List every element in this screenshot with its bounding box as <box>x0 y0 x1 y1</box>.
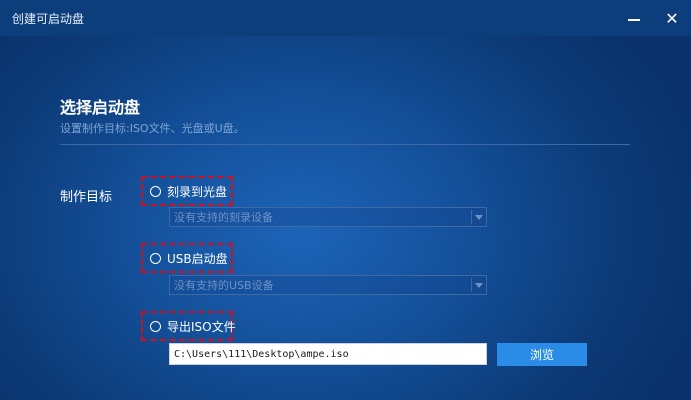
minimize-button[interactable] <box>622 6 646 30</box>
option-burn-to-disc[interactable]: 刻录到光盘 <box>141 176 233 206</box>
disc-device-value: 没有支持的刻录设备 <box>174 211 273 224</box>
header-divider <box>60 144 630 145</box>
target-label: 制作目标 <box>60 190 113 205</box>
iso-path-input[interactable] <box>169 343 487 365</box>
page-subtitle: 设置制作目标:ISO文件、光盘或U盘。 <box>60 122 245 135</box>
radio-usb-boot-disk[interactable] <box>150 252 161 264</box>
radio-export-iso[interactable] <box>150 320 161 332</box>
minimize-icon <box>628 19 640 21</box>
option-usb-boot-disk[interactable]: USB启动盘 <box>141 243 233 273</box>
option-label: USB启动盘 <box>167 251 228 266</box>
page-title: 选择启动盘 <box>60 98 141 117</box>
close-button[interactable]: ✕ <box>660 6 684 30</box>
browse-button[interactable]: 浏览 <box>497 343 587 366</box>
create-bootable-disk-window: 创建可启动盘 ✕ 选择启动盘 设置制作目标:ISO文件、光盘或U盘。 制作目标 … <box>0 0 691 400</box>
chevron-down-icon[interactable] <box>472 214 486 220</box>
radio-burn-to-disc[interactable] <box>150 185 161 197</box>
option-export-iso[interactable]: 导出ISO文件 <box>141 311 236 341</box>
usb-device-select[interactable]: 没有支持的USB设备 <box>169 275 487 295</box>
option-label: 导出ISO文件 <box>167 319 236 334</box>
close-icon: ✕ <box>665 8 679 28</box>
usb-device-value: 没有支持的USB设备 <box>174 279 274 292</box>
disc-device-select[interactable]: 没有支持的刻录设备 <box>169 207 487 227</box>
title-bar: 创建可启动盘 ✕ <box>0 0 691 36</box>
window-title: 创建可启动盘 <box>12 12 85 26</box>
chevron-down-icon[interactable] <box>472 282 486 288</box>
option-label: 刻录到光盘 <box>167 184 228 199</box>
